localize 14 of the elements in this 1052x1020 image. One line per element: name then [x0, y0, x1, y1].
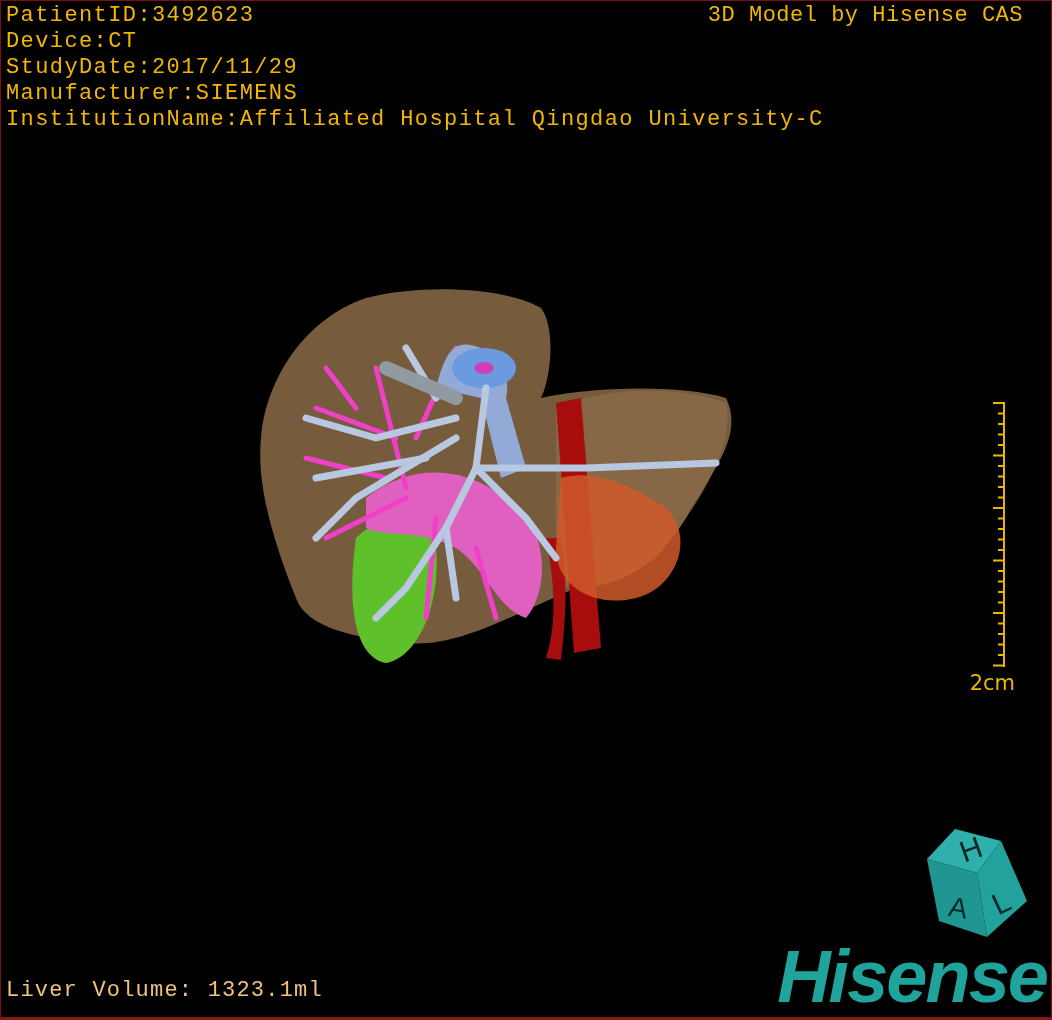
- study-info-text: Manufacturer:SIEMENS: [6, 81, 299, 107]
- orientation-cube[interactable]: H A L: [927, 829, 1031, 937]
- credit-text: 3D Model by Hisense CAS: [707, 3, 1023, 29]
- cube-face-label: L: [986, 883, 1016, 921]
- study-info-text: StudyDate:2017/11/29: [6, 55, 299, 81]
- cube-face-label: A: [946, 890, 971, 925]
- liver-volume-text: Liver Volume: 1323.1ml: [6, 978, 323, 1003]
- study-info-text: InstitutionName:Affiliated Hospital Qingdao University-C: [6, 107, 824, 133]
- cube-face-label: H: [955, 830, 987, 869]
- study-info-text: PatientID:3492623: [6, 3, 255, 29]
- study-info-text: Device:CT: [6, 29, 138, 55]
- liver-model-drawing[interactable]: [260, 289, 732, 663]
- brand-logo: Hisense: [777, 941, 1047, 1013]
- scale-label: 2cm: [969, 671, 1015, 695]
